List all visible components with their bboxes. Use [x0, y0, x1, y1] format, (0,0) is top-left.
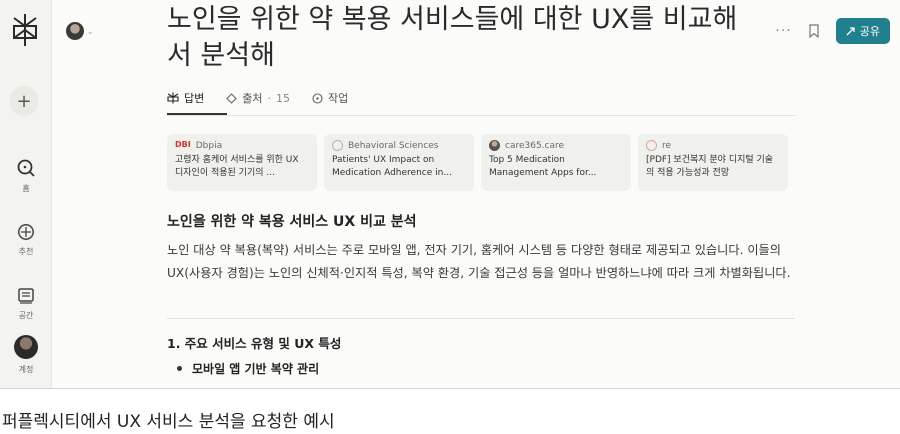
bullet-icon: [177, 366, 182, 371]
new-thread-button[interactable]: +: [9, 86, 39, 116]
thread-tabs: 답변 출처 · 15 작업: [167, 88, 348, 108]
sources-count: 15: [276, 91, 290, 105]
tab-tasks[interactable]: 작업: [312, 88, 348, 108]
tab-sources[interactable]: 출처 · 15: [226, 88, 290, 108]
main-content: ⌄ 노인을 위한 약 복용 서비스들에 대한 UX를 비교해 서 분석해 ···…: [52, 0, 900, 388]
spaces-icon: [18, 288, 34, 304]
share-button[interactable]: 공유: [835, 18, 890, 44]
tab-answer-label: 답변: [184, 92, 205, 105]
page-title: 노인을 위한 약 복용 서비스들에 대한 UX를 비교해 서 분석해: [167, 4, 738, 71]
tab-sources-label: 출처: [242, 92, 263, 105]
answer-paragraph: 노인 대상 약 복용(복약) 서비스는 주로 모바일 앱, 전자 기기, 홈케어…: [167, 243, 791, 280]
source-title: Top 5 Medication Management Apps for...: [489, 155, 597, 178]
source-card[interactable]: DBI Dbpia 고령자 홈케어 서비스를 위한 UX 디자인이 적용된 기기…: [167, 134, 317, 191]
sources-row: DBI Dbpia 고령자 홈케어 서비스를 위한 UX 디자인이 적용된 기기…: [167, 134, 788, 191]
discover-icon: [18, 224, 34, 240]
avatar: [14, 335, 38, 359]
figure-caption: 퍼플렉시티에서 UX 서비스 분석을 요청한 예시: [2, 412, 335, 432]
source-card[interactable]: re [PDF] 보건복지 분야 디지털 기술의 적용 가능성과 전망: [638, 134, 788, 191]
rail-item-account[interactable]: 계정: [0, 335, 52, 375]
pdf-favicon-icon: [646, 140, 657, 151]
thread-author-menu[interactable]: ⌄: [66, 22, 94, 40]
share-icon: [846, 27, 855, 36]
source-site: re: [662, 140, 672, 151]
thread-actions: ··· 공유: [775, 18, 890, 44]
source-site: care365.care: [505, 140, 565, 151]
rail-label-spaces: 공간: [18, 311, 34, 320]
care365-favicon-icon: [489, 140, 500, 151]
rail-label-home: 홈: [22, 184, 30, 193]
section-heading: 1. 주요 서비스 유형 및 UX 특성: [167, 336, 342, 351]
rail-item-discover[interactable]: 추천: [0, 223, 52, 257]
sources-icon: [226, 92, 238, 104]
tasks-icon: [312, 92, 323, 104]
answer-heading: 노인을 위한 약 복용 서비스 UX 비교 분석: [167, 214, 417, 230]
journal-favicon-icon: [332, 140, 343, 151]
perplexity-logo-icon[interactable]: [10, 12, 40, 48]
app-window: + 홈 추천 공간 계정 ⌄ 노인을 위한 약 복용 서비스들에 대한 UX를 …: [0, 0, 900, 389]
rail-item-home[interactable]: 홈: [0, 158, 52, 194]
bookmark-icon[interactable]: [808, 24, 820, 38]
rail-label-discover: 추천: [18, 247, 34, 256]
rail-item-spaces[interactable]: 공간: [0, 287, 52, 321]
source-card[interactable]: Behavioral Sciences Patients' UX Impact …: [324, 134, 474, 191]
plus-icon: +: [16, 90, 32, 112]
ellipsis-icon[interactable]: ···: [775, 23, 791, 39]
tab-tasks-label: 작업: [328, 92, 349, 105]
dbpia-favicon-icon: DBI: [175, 140, 191, 149]
avatar: [66, 22, 84, 40]
list-item-label: 모바일 앱 기반 복약 관리: [192, 362, 320, 376]
tab-answer[interactable]: 답변: [167, 88, 204, 108]
rail-label-account: 계정: [18, 365, 34, 374]
sources-count-separator: ·: [267, 91, 272, 105]
source-card[interactable]: care365.care Top 5 Medication Management…: [481, 134, 631, 191]
section-divider: [167, 318, 795, 319]
source-title: 고령자 홈케어 서비스를 위한 UX 디자인이 적용된 기기의 ...: [175, 155, 299, 178]
source-title: Patients' UX Impact on Medication Adhere…: [332, 155, 452, 178]
share-label: 공유: [859, 25, 880, 38]
source-site: Dbpia: [195, 140, 223, 151]
chevron-down-icon: ⌄: [87, 26, 94, 36]
perplexity-icon: [167, 92, 179, 104]
home-search-icon: [17, 159, 35, 177]
left-rail: + 홈 추천 공간 계정: [0, 0, 52, 388]
list-item: 모바일 앱 기반 복약 관리: [177, 360, 319, 377]
tabs-divider: [167, 115, 795, 116]
source-site: Behavioral Sciences: [348, 140, 439, 151]
source-title: [PDF] 보건복지 분야 디지털 기술의 적용 가능성과 전망: [646, 155, 774, 178]
